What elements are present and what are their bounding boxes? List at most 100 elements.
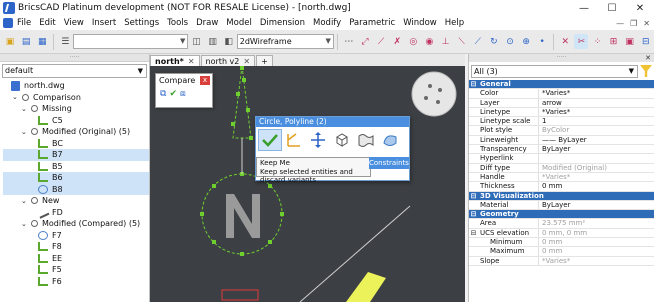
chevron-down-icon[interactable]: ⌄ [21,220,29,228]
tree-item[interactable]: B8 [3,183,149,195]
menu-settings[interactable]: Settings [124,18,159,28]
menu-dimension[interactable]: Dimension [260,18,305,28]
menu-tools[interactable]: Tools [167,18,188,28]
properties-toggle-icon[interactable]: ⊟ [639,34,653,49]
plot-icon[interactable]: ▦ [35,34,49,49]
osnap-icon[interactable]: ✗ [390,34,404,49]
property-value[interactable]: 1 [539,117,654,125]
tab-north[interactable]: north* ✕ [150,55,200,66]
move-icon[interactable] [306,129,330,151]
property-value[interactable]: arrow [539,99,654,107]
property-row[interactable]: Linetype scale 1 [469,117,654,127]
collapse-icon[interactable]: ⊟ [469,229,478,237]
property-value[interactable]: 0 mm [539,238,654,246]
visual-style-icon[interactable]: ◧ [222,34,236,49]
accept-icon[interactable]: ✔ [169,89,177,99]
dyn-icon[interactable]: ◉ [422,34,436,49]
close-icon[interactable]: ✕ [243,57,250,66]
hatch-icon[interactable]: ⊞ [607,34,621,49]
cross-icon[interactable]: ✕ [558,34,572,49]
property-value[interactable]: *Varies* [539,89,654,97]
tree-item[interactable]: FD [3,206,149,219]
navigation-cube[interactable] [411,71,457,117]
tree-item[interactable]: F6 [3,276,149,288]
tree-item[interactable]: EE [3,253,149,265]
menu-insert[interactable]: Insert [92,18,116,28]
block-icon[interactable]: ▣ [623,34,637,49]
property-value[interactable]: —— ByLayer [539,136,654,144]
menu-modify[interactable]: Modify [313,18,341,28]
close-icon[interactable]: ✕ [645,54,651,62]
tree-item[interactable]: ⌄ Modified (Compared) (5) [3,218,149,230]
property-row[interactable]: Plot style ByColor [469,126,654,136]
property-value[interactable]: ByColor [539,126,654,134]
property-row[interactable]: Hyperlink [469,154,654,164]
surface-icon[interactable] [354,129,378,151]
ortho-icon[interactable]: ⟋ [374,34,388,49]
pan-icon[interactable]: ⊕ [519,34,533,49]
polar-icon[interactable]: ⤢ [358,34,372,49]
property-value[interactable]: 0 mm, 0 mm [539,229,654,237]
close-icon[interactable]: ✕ [188,57,195,66]
property-row[interactable]: Slope *Varies* [469,256,654,266]
selection-dropdown[interactable]: All (3) ▼ [471,64,638,78]
property-value[interactable]: *Varies* [539,108,654,116]
tab-north-v2[interactable]: north v2 ✕ [200,55,256,66]
menu-parametric[interactable]: Parametric [349,18,395,28]
menu-view[interactable]: View [64,18,84,28]
compare-close-button[interactable]: x [200,76,210,85]
property-value[interactable]: 23.575 mm² [539,219,654,227]
tips-icon[interactable]: ⟋ [471,34,485,49]
open-icon[interactable]: ▣ [3,34,17,49]
property-row[interactable]: Color *Varies* [469,89,654,99]
property-value[interactable]: Modified (Original) [539,164,654,172]
quad-icon[interactable]: ✂ [574,34,589,49]
tree-item[interactable]: B5 [3,161,149,173]
solid-icon[interactable] [378,129,402,151]
property-row[interactable]: Material ByLayer [469,200,654,211]
tab-new[interactable]: + [256,55,273,66]
otrack-icon[interactable]: ◎ [406,34,420,49]
rotate-icon[interactable]: ↻ [487,34,501,49]
property-row[interactable]: ⊟ UCS elevation 0 mm, 0 mm [469,228,654,239]
property-category[interactable]: ⊟ 3D Visualization [469,191,654,201]
doc-minimize-button[interactable]: — [616,19,624,28]
chevron-down-icon[interactable]: ⌄ [21,105,29,113]
collapse-icon[interactable]: ⊟ [469,192,478,200]
property-row[interactable]: Thickness 0 mm [469,182,654,192]
chevron-down-icon[interactable]: ⌄ [12,93,20,101]
copy-icon[interactable] [330,129,354,151]
property-row[interactable]: Diff type Modified (Original) [469,163,654,173]
menu-window[interactable]: Window [403,18,437,28]
match-layer-icon[interactable]: ▥ [206,34,220,49]
property-value[interactable]: ByLayer [539,145,654,153]
tree-item[interactable]: north.dwg [3,80,149,92]
property-value[interactable] [539,154,654,162]
layer-state-icon[interactable]: ◫ [189,34,203,49]
doc-close-button[interactable]: ✕ [643,19,650,28]
tree-item[interactable]: B6 [3,172,149,184]
tree-item[interactable]: B7 [3,149,149,161]
property-row[interactable]: Lineweight —— ByLayer [469,135,654,146]
property-value[interactable]: ByLayer [539,201,654,209]
compare-next-icon[interactable]: ⧈ [180,89,186,99]
tree-item[interactable]: F8 [3,241,149,253]
tree-item[interactable]: ⌄ New [3,195,149,207]
save-icon[interactable]: ▤ [19,34,33,49]
chevron-down-icon[interactable]: ⌄ [21,128,29,136]
collapse-icon[interactable]: ⊟ [469,210,478,218]
property-category[interactable]: ⊟ Geometry [469,210,654,220]
ucs-icon[interactable]: ⊥ [438,34,452,49]
maximize-button[interactable]: ☐ [598,3,626,14]
property-value[interactable]: 0 mm [539,182,654,190]
visual-style-combo[interactable]: 2dWireframe ▼ [236,34,334,49]
property-category[interactable]: ⊟ General [469,80,654,90]
panel-grip[interactable]: ····· ✕ [469,54,654,62]
tree-item[interactable]: C5 [3,115,149,127]
close-button[interactable]: ✕ [626,3,654,14]
comparison-filter-dropdown[interactable]: default ▼ [2,64,147,78]
property-row[interactable]: Transparency ByLayer [469,145,654,155]
menu-draw[interactable]: Draw [196,18,218,28]
menu-file[interactable]: File [17,18,31,28]
menu-help[interactable]: Help [445,18,464,28]
